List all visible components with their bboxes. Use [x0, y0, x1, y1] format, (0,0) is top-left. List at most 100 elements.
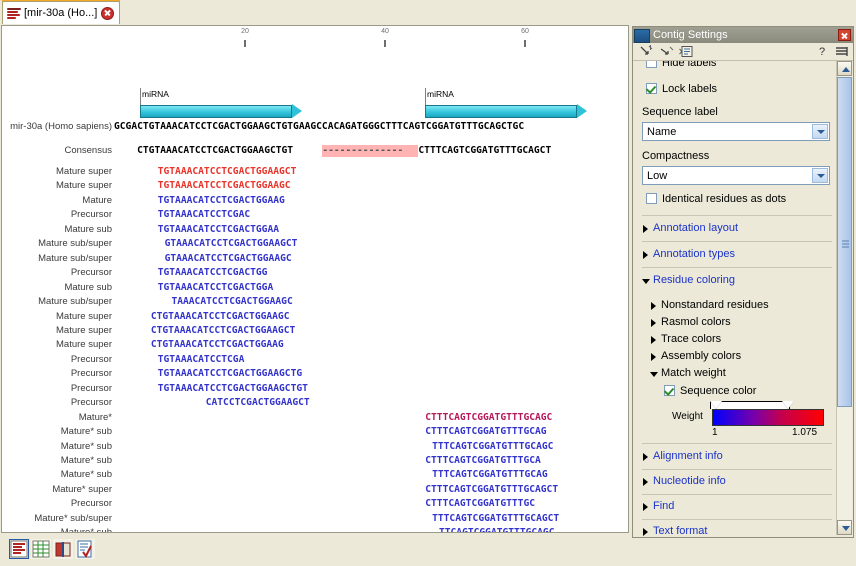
read-sequence[interactable]: TTCAGTCGGATGTTTGCAGC	[439, 527, 555, 532]
read-label: Mature* sub	[60, 426, 112, 438]
identical-residues-row[interactable]: Identical residues as dots	[646, 193, 786, 205]
disclosure-triangle-icon[interactable]	[642, 279, 650, 284]
checkbox[interactable]	[646, 83, 657, 94]
scrollbar-thumb[interactable]	[837, 77, 852, 407]
read-sequence[interactable]: TTTCAGTCGGATGTTTGCAGCT	[432, 513, 559, 524]
application-window: [mir-30a (Ho...] 20 40 60 miRNA miRNA mir-3…	[0, 0, 856, 566]
disclosure-triangle-icon[interactable]	[651, 353, 656, 361]
residue-coloring-item[interactable]: Assembly colors	[661, 350, 741, 362]
read-label: Mature sub/super	[38, 238, 112, 250]
compactness-value: Low	[647, 169, 668, 182]
section-alignment-info[interactable]: Alignment info	[653, 450, 723, 462]
read-sequence[interactable]: CTTTCAGTCGGATGTTTGCAGC	[425, 412, 552, 423]
disclosure-triangle-icon[interactable]	[651, 302, 656, 310]
lock-labels-row[interactable]: Lock labels	[646, 83, 717, 95]
tab-mir30a[interactable]: [mir-30a (Ho...]	[2, 1, 121, 24]
read-sequence[interactable]: TGTAAACATCCTCGA	[158, 354, 245, 365]
disclosure-triangle-icon[interactable]	[651, 336, 656, 344]
section-find[interactable]: Find	[653, 500, 674, 512]
section-annotation-layout[interactable]: Annotation layout	[653, 222, 738, 234]
sequence-color-row[interactable]: Sequence color	[664, 385, 756, 397]
panel-title-label: Contig Settings	[653, 29, 728, 41]
disclosure-triangle-icon[interactable]	[643, 478, 648, 486]
read-sequence[interactable]: TGTAAACATCCTCGACTGGAAGCTG	[158, 368, 302, 379]
report-view-icon[interactable]	[75, 539, 95, 559]
read-sequence[interactable]: TTTCAGTCGGATGTTTGCAGC	[432, 441, 553, 452]
disclosure-triangle-icon[interactable]	[650, 372, 658, 377]
read-sequence[interactable]: CTTTCAGTCGGATGTTTGCA	[425, 455, 541, 466]
section-annotation-types[interactable]: Annotation types	[653, 248, 735, 260]
checkbox[interactable]	[664, 385, 675, 396]
residue-coloring-item[interactable]: Nonstandard residues	[661, 299, 769, 311]
read-sequence[interactable]: TGTAAACATCCTCGACTGGAAG	[158, 195, 285, 206]
reference-sequence[interactable]: GCGACTGTAAACATCCTCGACTGGAAGCTGTGAAGCCACA…	[114, 121, 524, 132]
read-sequence[interactable]: CTGTAAACATCCTCGACTGGAAG	[151, 339, 284, 350]
read-sequence[interactable]: TGTAAACATCCTCGAC	[158, 209, 250, 220]
section-nucleotide-info[interactable]: Nucleotide info	[653, 475, 726, 487]
checkbox[interactable]	[646, 61, 657, 68]
read-sequence[interactable]: CTTTCAGTCGGATGTTTGCAG	[425, 426, 546, 437]
consensus-left[interactable]: CTGTAAACATCCTCGACTGGAAGCTGT	[137, 145, 293, 156]
disclosure-triangle-icon[interactable]	[643, 251, 648, 259]
alignment-view-icon[interactable]	[9, 539, 29, 559]
disclosure-triangle-icon[interactable]	[643, 453, 648, 461]
read-sequence[interactable]: TGTAAACATCCTCGACTGGAAGCT	[158, 166, 297, 177]
ruler-tick-label: 40	[381, 28, 389, 35]
weight-slider-track[interactable]	[710, 401, 790, 409]
consensus-gap[interactable]: --------------	[322, 145, 419, 157]
read-sequence[interactable]: CTTTCAGTCGGATGTTTGCAGCT	[425, 484, 558, 495]
chevron-down-icon[interactable]	[812, 168, 828, 183]
contig-settings-panel: Contig Settings ? Hide labels Lock label…	[632, 26, 854, 538]
read-sequence[interactable]: TGTAAACATCCTCGACTGG	[158, 267, 268, 278]
read-label: Mature sub/super	[38, 296, 112, 308]
panel-close-icon[interactable]	[838, 29, 851, 41]
table-view-icon[interactable]	[31, 539, 51, 559]
read-sequence[interactable]: CTGTAAACATCCTCGACTGGAAGC	[151, 311, 290, 322]
disclosure-triangle-icon[interactable]	[643, 225, 648, 233]
panel-scrollbar[interactable]	[836, 61, 852, 535]
chevron-down-icon[interactable]	[812, 124, 828, 139]
read-sequence[interactable]: TGTAAACATCCTCGACTGGA	[158, 282, 274, 293]
annotation-arrow-mirna[interactable]	[425, 104, 587, 118]
position-ruler: 20 40 60	[2, 26, 628, 54]
residue-coloring-item[interactable]: Trace colors	[661, 333, 721, 345]
compactness-select[interactable]: Low	[642, 166, 830, 185]
read-sequence[interactable]: TGTAAACATCCTCGACTGGAA	[158, 224, 279, 235]
checkbox-label: Sequence color	[680, 385, 757, 397]
disclosure-triangle-icon[interactable]	[643, 528, 648, 536]
disclosure-triangle-icon[interactable]	[643, 503, 648, 511]
read-sequence[interactable]: TAAACATCCTCGACTGGAAGC	[171, 296, 292, 307]
consensus-right[interactable]: CTTTCAGTCGGATGTTTGCAGCT	[418, 145, 551, 156]
section-text-format[interactable]: Text format	[653, 525, 707, 536]
expand-all-icon[interactable]	[659, 45, 674, 58]
hide-labels-row[interactable]: Hide labels	[646, 61, 716, 69]
read-sequence[interactable]: CTTTCAGTCGGATGTTTGC	[425, 498, 535, 509]
residue-coloring-item[interactable]: Match weight	[661, 367, 726, 379]
scroll-up-button[interactable]	[837, 61, 852, 76]
help-icon[interactable]: ?	[819, 45, 828, 58]
section-residue-coloring[interactable]: Residue coloring	[653, 274, 735, 286]
residue-coloring-item[interactable]: Rasmol colors	[661, 316, 731, 328]
disclosure-triangle-icon[interactable]	[651, 319, 656, 327]
read-sequence[interactable]: CATCCTCGACTGGAAGCT	[206, 397, 310, 408]
read-sequence[interactable]: TGTAAACATCCTCGACTGGAAGC	[158, 180, 291, 191]
sequence-label-select[interactable]: Name	[642, 122, 830, 141]
book-view-icon[interactable]	[53, 539, 73, 559]
divider	[642, 494, 832, 495]
alignment-view[interactable]: 20 40 60 miRNA miRNA mir-30a (Homo sapiens)…	[1, 25, 629, 533]
read-label: Precursor	[70, 209, 112, 221]
panel-menu-icon[interactable]	[835, 45, 850, 58]
read-sequence[interactable]: GTAAACATCCTCGACTGGAAGCT	[165, 238, 298, 249]
read-label: Precursor	[70, 397, 112, 409]
close-icon[interactable]	[101, 6, 115, 20]
read-sequence[interactable]: TTTCAGTCGGATGTTTGCAG	[432, 469, 548, 480]
read-sequence[interactable]: CTGTAAACATCCTCGACTGGAAGCT	[151, 325, 295, 336]
annotation-arrow-mirna[interactable]	[140, 104, 302, 118]
read-label: Precursor	[70, 382, 112, 394]
read-sequence[interactable]: GTAAACATCCTCGACTGGAAGC	[165, 253, 292, 264]
scroll-down-button[interactable]	[837, 520, 852, 535]
read-sequence[interactable]: TGTAAACATCCTCGACTGGAAGCTGT	[158, 383, 308, 394]
collapse-all-icon[interactable]	[639, 45, 654, 58]
checkbox[interactable]	[646, 193, 657, 204]
save-settings-icon[interactable]	[679, 45, 694, 58]
